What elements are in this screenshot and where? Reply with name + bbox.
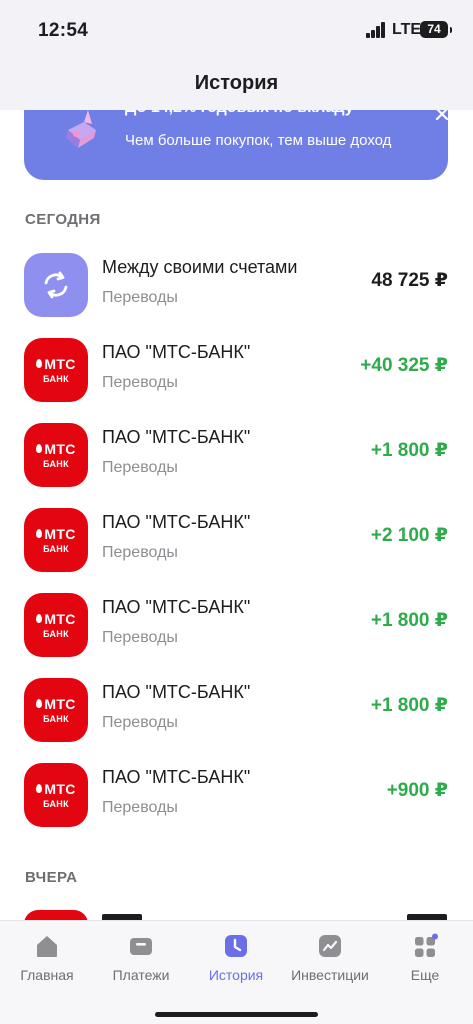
banner-text: Чем больше покупок, тем выше доход — [125, 132, 392, 149]
status-bar: 12:54 LTE 74 — [0, 0, 473, 60]
grid-icon — [415, 933, 438, 957]
network-label: LTE — [392, 21, 422, 38]
transaction-amount: +2 100 ₽ — [370, 525, 448, 546]
transaction-name: ПАО "МТС-БАНК" — [102, 682, 251, 702]
home-icon — [37, 936, 57, 957]
mts-bank-logo-icon: МТС БАНК — [24, 508, 88, 572]
transaction-category: Переводы — [102, 374, 178, 391]
transaction-amount: +1 800 ₽ — [370, 440, 448, 461]
transaction-row[interactable]: МТС БАНК ПАО "МТС-БАНК" Переводы +40 325 … — [0, 338, 473, 423]
tab-bar: Главная Платежи История Инвестиции Еще — [0, 920, 473, 1024]
transaction-amount: +900 ₽ — [386, 780, 448, 801]
transaction-category: Переводы — [102, 629, 178, 646]
transaction-name: ПАО "МТС-БАНК" — [102, 767, 251, 787]
tab-label: Платежи — [112, 967, 170, 983]
transaction-row[interactable]: МТС БАНК ПАО "МТС-БАНК" Переводы +1 800 ₽ — [0, 593, 473, 678]
tab-label: Инвестиции — [291, 967, 369, 983]
signal-icon — [366, 22, 386, 38]
transaction-name: ПАО "МТС-БАНК" — [102, 342, 251, 362]
tab-label: Еще — [410, 967, 440, 983]
tab-history[interactable]: История — [189, 933, 283, 983]
mts-bank-logo-icon: МТС БАНК — [24, 423, 88, 487]
transaction-category: Переводы — [102, 544, 178, 561]
transaction-category: Переводы — [102, 714, 178, 731]
transaction-name: ПАО "МТС-БАНК" — [102, 427, 251, 447]
tab-more[interactable]: Еще — [378, 933, 472, 983]
transaction-row[interactable]: МТС БАНК ПАО "МТС-БАНК" Переводы +1 800 ₽ — [0, 423, 473, 508]
tab-home[interactable]: Главная — [0, 933, 94, 983]
transaction-category: Переводы — [102, 799, 178, 816]
home-indicator — [155, 1012, 318, 1017]
transaction-amount: +40 325 ₽ — [360, 355, 448, 376]
battery-icon: 74 — [420, 21, 452, 38]
mts-bank-logo-icon: МТС БАНК — [24, 338, 88, 402]
section-today: СЕГОДНЯ — [25, 211, 101, 228]
transaction-amount: 48 725 ₽ — [371, 270, 448, 291]
wallet-icon — [130, 938, 152, 955]
transaction-category: Переводы — [102, 459, 178, 476]
transaction-row[interactable]: МТС БАНК ПАО "МТС-БАНК" Переводы +1 800 ₽ — [0, 678, 473, 763]
tab-payments[interactable]: Платежи — [94, 933, 188, 983]
tab-label: Главная — [20, 967, 74, 983]
transaction-row[interactable]: МТС БАНК ПАО "МТС-БАНК" Переводы +900 ₽ — [0, 763, 473, 848]
status-time: 12:54 — [38, 20, 89, 41]
chart-icon — [319, 935, 341, 957]
transaction-amount: +1 800 ₽ — [370, 610, 448, 631]
page-title: История — [194, 72, 279, 94]
mts-bank-logo-icon: МТС БАНК — [24, 593, 88, 657]
section-yesterday: ВЧЕРА — [25, 869, 78, 886]
mts-bank-logo-icon: МТС БАНК — [24, 763, 88, 827]
transaction-amount: +1 800 ₽ — [370, 695, 448, 716]
clock-icon — [225, 935, 247, 957]
transaction-name: ПАО "МТС-БАНК" — [102, 597, 251, 617]
transaction-row[interactable]: Между своими счетами Переводы 48 725 ₽ — [0, 253, 473, 338]
mts-bank-logo-icon: МТС БАНК — [24, 678, 88, 742]
transaction-row[interactable]: МТС БАНК ПАО "МТС-БАНК" Переводы +2 100 ₽ — [0, 508, 473, 593]
transaction-name: ПАО "МТС-БАНК" — [102, 512, 251, 532]
transaction-category: Переводы — [102, 289, 178, 306]
tab-label: История — [208, 967, 264, 983]
tab-investments[interactable]: Инвестиции — [283, 933, 377, 983]
top-bar: 12:54 LTE 74 История — [0, 0, 473, 110]
transaction-name: Между своими счетами — [102, 257, 298, 277]
transfer-icon — [24, 253, 88, 317]
